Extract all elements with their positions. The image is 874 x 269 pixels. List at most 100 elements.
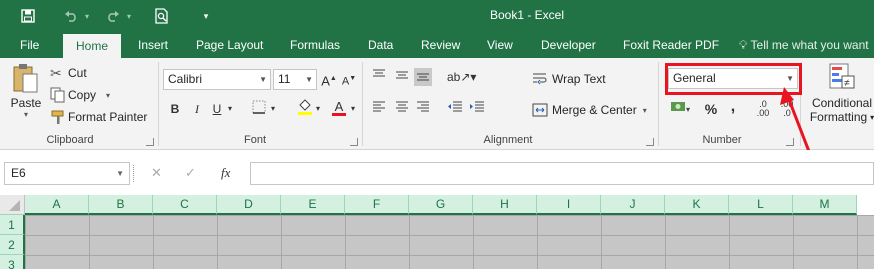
accounting-format-icon[interactable]: ▾ — [668, 100, 694, 118]
font-dialog-launcher[interactable] — [350, 138, 358, 146]
fill-color-icon[interactable] — [296, 98, 314, 116]
alignment-group-label: Alignment — [483, 134, 533, 146]
number-group-label: Number — [702, 134, 742, 146]
merge-center-button[interactable]: Merge & Center ▾ — [532, 101, 647, 119]
column-header[interactable]: M — [793, 195, 857, 215]
select-all-triangle-icon — [9, 200, 20, 211]
column-header[interactable]: E — [281, 195, 345, 215]
font-name-combo[interactable]: Calibri ▼ — [163, 69, 271, 90]
underline-button[interactable]: U — [208, 100, 226, 118]
insert-function-icon[interactable]: fx — [221, 165, 230, 181]
paintbrush-icon — [51, 110, 64, 124]
tab-data[interactable]: Data — [368, 32, 393, 58]
tab-review[interactable]: Review — [421, 32, 460, 58]
wrap-text-button[interactable]: Wrap Text — [532, 70, 606, 88]
fill-color-dropdown-icon[interactable]: ▾ — [313, 100, 323, 118]
formula-input[interactable] — [250, 162, 874, 185]
paste-dropdown-icon: ▾ — [23, 110, 28, 119]
clipboard-group-label: Clipboard — [46, 134, 94, 146]
paste-icon — [13, 64, 38, 93]
underline-dropdown-icon[interactable]: ▾ — [225, 100, 235, 118]
tab-view[interactable]: View — [487, 32, 513, 58]
column-header[interactable]: F — [345, 195, 409, 215]
column-header[interactable]: K — [665, 195, 729, 215]
tab-foxit-reader-pdf[interactable]: Foxit Reader PDF — [623, 32, 719, 58]
tell-me-box[interactable]: 💡︎ Tell me what you want — [739, 32, 869, 58]
column-header[interactable]: J — [601, 195, 665, 215]
formula-bar-grip — [133, 165, 135, 182]
font-color-glyph: A — [334, 99, 344, 114]
decrease-font-size-icon[interactable]: A▼ — [340, 70, 358, 88]
format-painter-button[interactable]: Format Painter — [50, 108, 147, 126]
cut-button[interactable]: ✂ Cut — [50, 64, 87, 82]
font-size-value: 11 — [278, 72, 291, 86]
chevron-down-icon: ▼ — [305, 75, 313, 84]
column-header[interactable]: H — [473, 195, 537, 215]
scissors-icon: ✂ — [50, 64, 62, 81]
font-name-value: Calibri — [168, 72, 203, 86]
row-header[interactable]: 2 — [0, 235, 25, 255]
title-bar: ▾ ▾ ▾ Book1 - Excel — [0, 0, 874, 32]
column-header[interactable]: A — [25, 195, 89, 215]
increase-indent-icon[interactable] — [468, 100, 486, 118]
font-color-icon[interactable]: A — [330, 98, 348, 116]
tell-me-text: Tell me what you want — [750, 38, 869, 52]
group-separator — [158, 62, 159, 146]
italic-button[interactable]: I — [188, 100, 206, 118]
percent-style-button[interactable]: % — [702, 100, 720, 118]
copy-icon — [50, 87, 65, 103]
comma-style-button[interactable]: , — [724, 98, 742, 116]
column-header[interactable]: L — [729, 195, 793, 215]
tab-formulas[interactable]: Formulas — [290, 32, 340, 58]
align-right-icon[interactable] — [414, 100, 432, 118]
font-color-swatch — [332, 113, 346, 116]
column-header[interactable]: D — [217, 195, 281, 215]
worksheet-grid: ABCDEFGHIJKLM 123 — [0, 195, 874, 269]
svg-text:▾: ▾ — [686, 105, 690, 114]
group-separator — [362, 62, 363, 146]
copy-button[interactable]: Copy ▾ — [50, 86, 110, 104]
bold-button[interactable]: B — [166, 100, 184, 118]
align-middle-icon[interactable] — [393, 68, 411, 86]
increase-font-size-icon[interactable]: A▲ — [320, 70, 338, 88]
row-header[interactable]: 3 — [0, 255, 25, 269]
lightbulb-icon: 💡︎ — [739, 38, 748, 52]
font-color-dropdown-icon[interactable]: ▾ — [348, 100, 358, 118]
clipboard-dialog-launcher[interactable] — [146, 138, 154, 146]
format-painter-label: Format Painter — [68, 110, 148, 124]
tab-insert[interactable]: Insert — [138, 32, 168, 58]
tab-page-layout[interactable]: Page Layout — [196, 32, 263, 58]
column-header[interactable]: I — [537, 195, 601, 215]
cells-area[interactable] — [25, 215, 874, 269]
name-box[interactable]: E6 ▼ — [4, 162, 130, 185]
copy-dropdown-icon: ▾ — [106, 90, 111, 100]
align-bottom-icon[interactable] — [414, 68, 432, 86]
tab-file[interactable]: File — [20, 32, 39, 58]
orientation-icon[interactable]: ab↗▾ — [447, 68, 476, 86]
font-size-combo[interactable]: 11 ▼ — [273, 69, 317, 90]
cancel-icon[interactable]: ✕ — [151, 165, 162, 181]
window-title: Book1 - Excel — [489, 8, 565, 22]
row-header[interactable]: 1 — [0, 215, 25, 235]
copy-label: Copy — [68, 88, 97, 102]
ribbon-tabs: File Home Insert Page Layout Formulas Da… — [0, 32, 874, 58]
column-header[interactable]: B — [89, 195, 153, 215]
select-all-corner[interactable] — [0, 195, 25, 215]
paste-button[interactable]: Paste ▾ — [8, 62, 44, 130]
tab-home[interactable]: Home — [63, 34, 122, 58]
borders-icon[interactable] — [250, 100, 268, 118]
enter-icon[interactable]: ✓ — [185, 165, 196, 181]
borders-dropdown-icon[interactable]: ▾ — [268, 100, 278, 118]
tab-developer[interactable]: Developer — [541, 32, 596, 58]
decrease-indent-icon[interactable] — [446, 100, 464, 118]
align-center-icon[interactable] — [393, 100, 411, 118]
column-header[interactable]: C — [153, 195, 217, 215]
formula-buttons: ✕ ✓ fx — [139, 162, 247, 185]
chevron-down-icon: ▼ — [259, 75, 267, 84]
alignment-dialog-launcher[interactable] — [646, 138, 654, 146]
column-header[interactable]: G — [409, 195, 473, 215]
align-left-icon[interactable] — [370, 100, 388, 118]
merge-center-label: Merge & Center — [552, 103, 637, 117]
align-top-icon[interactable] — [370, 68, 388, 86]
svg-text:≠: ≠ — [844, 78, 850, 89]
